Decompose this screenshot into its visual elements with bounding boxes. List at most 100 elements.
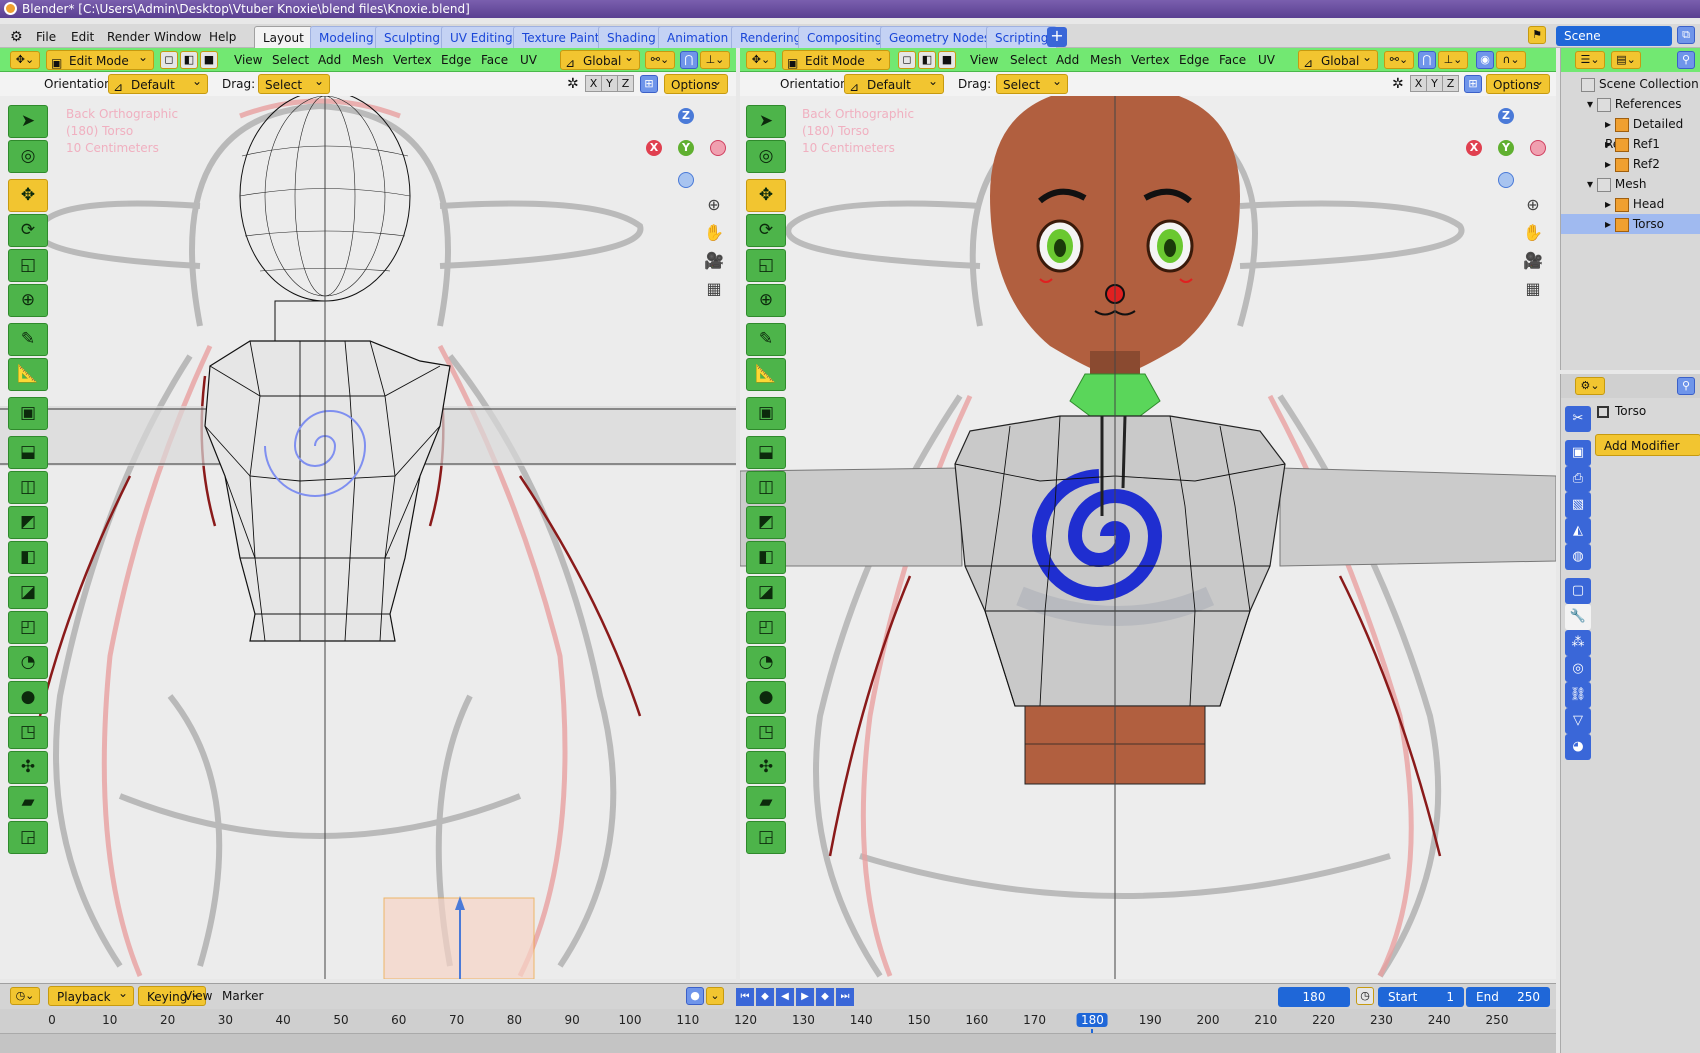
camera-right-icon[interactable]: 🎥 [1522,250,1544,272]
snap-target-right-icon[interactable]: ⊥⌄ [1438,51,1468,69]
timeline-type-icon[interactable]: ◷⌄ [10,987,40,1005]
vertex-select-icon[interactable]: ◻ [160,51,178,69]
gizmo-neg-x-right-icon[interactable] [1530,140,1546,156]
render-tab-icon[interactable]: ▣ [1565,440,1591,466]
view-layer-tab-icon[interactable]: ▧ [1565,492,1591,518]
menu-edit[interactable]: Edit [65,28,100,46]
jump-start-icon[interactable]: ⏮ [736,988,754,1006]
tab-animation[interactable]: Animation [658,26,738,48]
menu-mesh-right[interactable]: Mesh [1090,51,1122,69]
add-cube-right-icon[interactable]: ▣ [746,397,786,430]
move-right-icon[interactable]: ✥ [746,179,786,212]
outliner-row-ref2[interactable]: ▸ Ref2 [1561,154,1700,174]
editor-type-icon[interactable]: ✥⌄ [10,51,40,69]
edge-select-right-icon[interactable]: ◧ [918,51,936,69]
gizmo-y-left[interactable]: Y [678,140,694,156]
face-select-right-icon[interactable]: ■ [938,51,956,69]
mirror-icon[interactable]: ✲ [567,75,579,93]
material-tab-icon[interactable]: ◕ [1565,734,1591,760]
outliner-row-mesh[interactable]: ▾ Mesh [1561,174,1700,194]
menu-view-left[interactable]: View [234,51,262,69]
axis-y-right[interactable]: Y [1426,75,1443,92]
outliner-row-references[interactable]: ▾ References [1561,94,1700,114]
transform-orientation-right[interactable]: ⊿ Global [1298,47,1378,70]
rip-right-icon[interactable]: ◲ [746,821,786,854]
tab-uv-editing[interactable]: UV Editing [441,26,522,48]
annotate-right-icon[interactable]: ✎ [746,323,786,356]
smooth-right-icon[interactable]: ● [746,681,786,714]
axis-x-left[interactable]: X [585,75,602,92]
prev-keyframe-icon[interactable]: ◆ [756,988,774,1006]
axis-z-left[interactable]: Z [617,75,634,92]
menu-vertex-right[interactable]: Vertex [1131,51,1170,69]
transform-orientation-left[interactable]: ⊿ Global [560,47,640,70]
menu-uv-left[interactable]: UV [520,51,537,69]
gizmo-y-right[interactable]: Y [1498,140,1514,156]
spin-icon[interactable]: ◔ [8,646,48,679]
shear-icon[interactable]: ▰ [8,786,48,819]
particles-tab-icon[interactable]: ⁂ [1565,630,1591,656]
tab-geometry-nodes[interactable]: Geometry Nodes [880,26,1000,48]
gizmo-z-right[interactable]: Z [1498,108,1514,124]
add-workspace-button[interactable]: + [1047,27,1067,47]
timeline-marker-menu[interactable]: Marker [222,987,263,1005]
face-select-icon[interactable]: ■ [200,51,218,69]
menu-select-left[interactable]: Select [272,51,309,69]
cursor-icon[interactable]: ◎ [8,140,48,173]
options-dropdown-left[interactable]: Options [664,71,728,94]
measure-right-icon[interactable]: 📐 [746,358,786,391]
properties-search-icon[interactable]: ⚲ [1677,377,1695,395]
snap-target-icon[interactable]: ⊥⌄ [700,51,730,69]
mirror-right-icon[interactable]: ✲ [1392,75,1404,93]
bevel-right-icon[interactable]: ◩ [746,506,786,539]
new-scene-icon[interactable]: ⧉ [1677,26,1695,44]
menu-help[interactable]: Help [203,28,242,46]
menu-edge-left[interactable]: Edge [441,51,471,69]
tab-modeling[interactable]: Modeling [310,26,383,48]
tab-layout[interactable]: Layout [254,26,313,48]
measure-icon[interactable]: 📐 [8,358,48,391]
record-keyframe-icon[interactable]: ● [686,987,704,1005]
menu-window[interactable]: Window [148,28,207,46]
axis-z-right[interactable]: Z [1442,75,1459,92]
overlay-toggle-right-icon[interactable]: ⊞ [1464,75,1482,93]
rotate-right-icon[interactable]: ⟳ [746,214,786,247]
editor-type-right-icon[interactable]: ✥⌄ [746,51,776,69]
loop-cut-right-icon[interactable]: ◧ [746,541,786,574]
scale-icon[interactable]: ◱ [8,249,48,282]
falloff-icon[interactable]: ∩⌄ [1496,51,1526,69]
menu-vertex-left[interactable]: Vertex [393,51,432,69]
jump-end-icon[interactable]: ⏭ [836,988,854,1006]
playback-dropdown[interactable]: Playback [48,983,134,1006]
constraints-tab-icon[interactable]: ⛓ [1565,682,1591,708]
knife-right-icon[interactable]: ◪ [746,576,786,609]
tool-tab-icon[interactable]: ✂ [1565,406,1591,432]
object-tab-icon[interactable]: ▢ [1565,578,1591,604]
shear-right-icon[interactable]: ▰ [746,786,786,819]
axis-y-left[interactable]: Y [601,75,618,92]
start-frame-field[interactable]: Start 1 [1378,987,1464,1007]
play-icon[interactable]: ▶ [796,988,814,1006]
inset-icon[interactable]: ◫ [8,471,48,504]
menu-view-right[interactable]: View [970,51,998,69]
add-cube-icon[interactable]: ▣ [8,397,48,430]
current-frame-field[interactable]: 180 [1278,987,1350,1007]
scale-right-icon[interactable]: ◱ [746,249,786,282]
grid-view-right-icon[interactable]: ▦ [1522,278,1544,300]
poly-build-right-icon[interactable]: ◰ [746,611,786,644]
viewport-right[interactable]: Back Orthographic (180) Torso 10 Centime… [740,96,1556,979]
auto-key-options-icon[interactable]: ⌄ [706,987,724,1005]
scene-tab-icon[interactable]: ◭ [1565,518,1591,544]
transform-icon[interactable]: ⊕ [8,284,48,317]
data-tab-icon[interactable]: ▽ [1565,708,1591,734]
transform-right-icon[interactable]: ⊕ [746,284,786,317]
tab-shading[interactable]: Shading [598,26,665,48]
pan-hand-icon[interactable]: ✋ [703,222,725,244]
menu-uv-right[interactable]: UV [1258,51,1275,69]
menu-face-right[interactable]: Face [1219,51,1246,69]
gizmo-neg-z-right-icon[interactable] [1498,172,1514,188]
smooth-icon[interactable]: ● [8,681,48,714]
next-keyframe-icon[interactable]: ◆ [816,988,834,1006]
inset-right-icon[interactable]: ◫ [746,471,786,504]
blender-menu-icon[interactable]: ⚙ [4,28,29,46]
